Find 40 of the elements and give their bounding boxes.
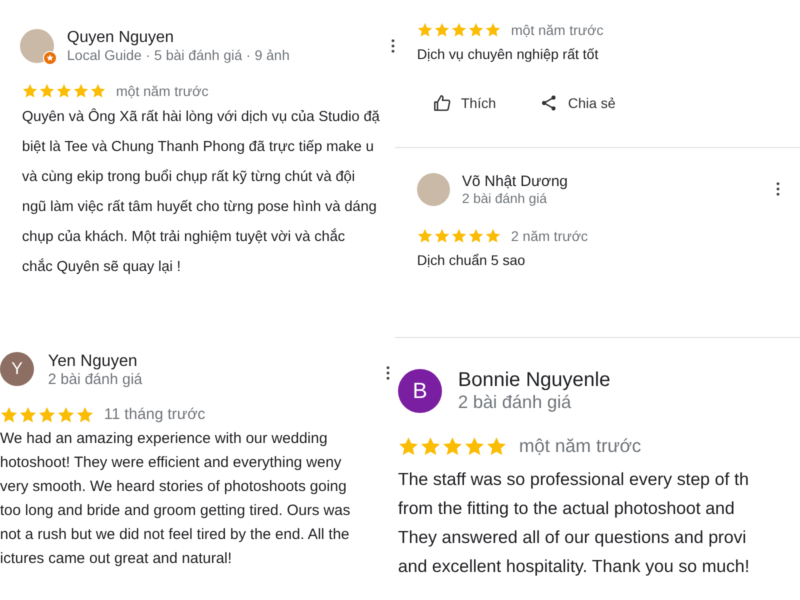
review-text: ngũ làm việc rất tâm huyết cho từng pose hình và dáng: [22, 198, 377, 217]
review-text: và cùng ekip trong buổi chụp rất kỹ từng chút và đội: [22, 168, 355, 187]
share-button[interactable]: Chia sẻ: [536, 90, 620, 116]
reviewer-meta: 2 bài đánh giá: [462, 191, 547, 206]
review-text: biệt là Tee và Chung Thanh Phong đã trực tiếp make u: [22, 138, 374, 157]
review-time: một năm trước: [116, 83, 208, 99]
review-time: 2 năm trước: [511, 228, 588, 244]
avatar-letter: Y: [0, 352, 34, 386]
avatar-letter: B: [398, 368, 442, 412]
review-time: 11 tháng trước: [104, 406, 206, 424]
review-text: We had an amazing experience with our wedding: [0, 429, 328, 449]
review-text: not a rush but we did not feel tired by the end. All the: [0, 525, 350, 545]
review-text: hotoshoot! They were efficient and everything weny: [0, 453, 342, 473]
review-time: một năm trước: [519, 435, 642, 457]
review-text: chắc Quyên sẽ quay lại !: [22, 257, 181, 277]
reviewer-meta: 2 bài đánh giá: [48, 371, 142, 388]
share-icon: [540, 94, 558, 112]
thumbs-up-icon: [433, 94, 451, 112]
review-text: chụp của khách. Một trải nghiệm tuyệt vời và chắc: [22, 227, 346, 247]
more-options-icon[interactable]: [386, 366, 390, 380]
review-text: They answered all of our questions and provi: [398, 526, 746, 549]
reviewer-name[interactable]: Quyen Nguyen: [67, 28, 174, 47]
review-text: The staff was so professional every step of th: [398, 468, 749, 491]
review-text: from the fitting to the actual photoshoot and: [398, 497, 735, 520]
review-time: một năm trước: [511, 22, 604, 38]
review-text: ictures came out great and natural!: [0, 549, 232, 569]
reviewer-name[interactable]: Yen Nguyen: [48, 352, 138, 371]
review-text: and excellent hospitality. Thank you so much!: [398, 555, 750, 578]
like-button[interactable]: Thích: [429, 90, 500, 116]
review-text: Dịch vụ chuyên nghiệp rất tốt: [417, 46, 598, 62]
reviewer-name[interactable]: Bonnie Nguyenle: [458, 368, 610, 392]
more-options-icon[interactable]: [776, 182, 780, 196]
review-text: very smooth. We heard stories of photoshoots going: [0, 477, 347, 497]
review-text: Dịch chuẩn 5 sao: [417, 252, 526, 268]
reviewer-meta: 2 bài đánh giá: [458, 392, 572, 413]
reviewer-name[interactable]: Võ Nhật Dương: [462, 172, 568, 191]
reviewer-meta: Local Guide · 5 bài đánh giá · 9 ảnh: [67, 47, 290, 63]
more-options-icon[interactable]: [391, 38, 395, 52]
review-text: too long and bride and groom getting tired. Ours was: [0, 501, 350, 521]
review-text: Quyên và Ông Xã rất hài lòng với dịch vụ của Studio đặ: [22, 107, 380, 127]
